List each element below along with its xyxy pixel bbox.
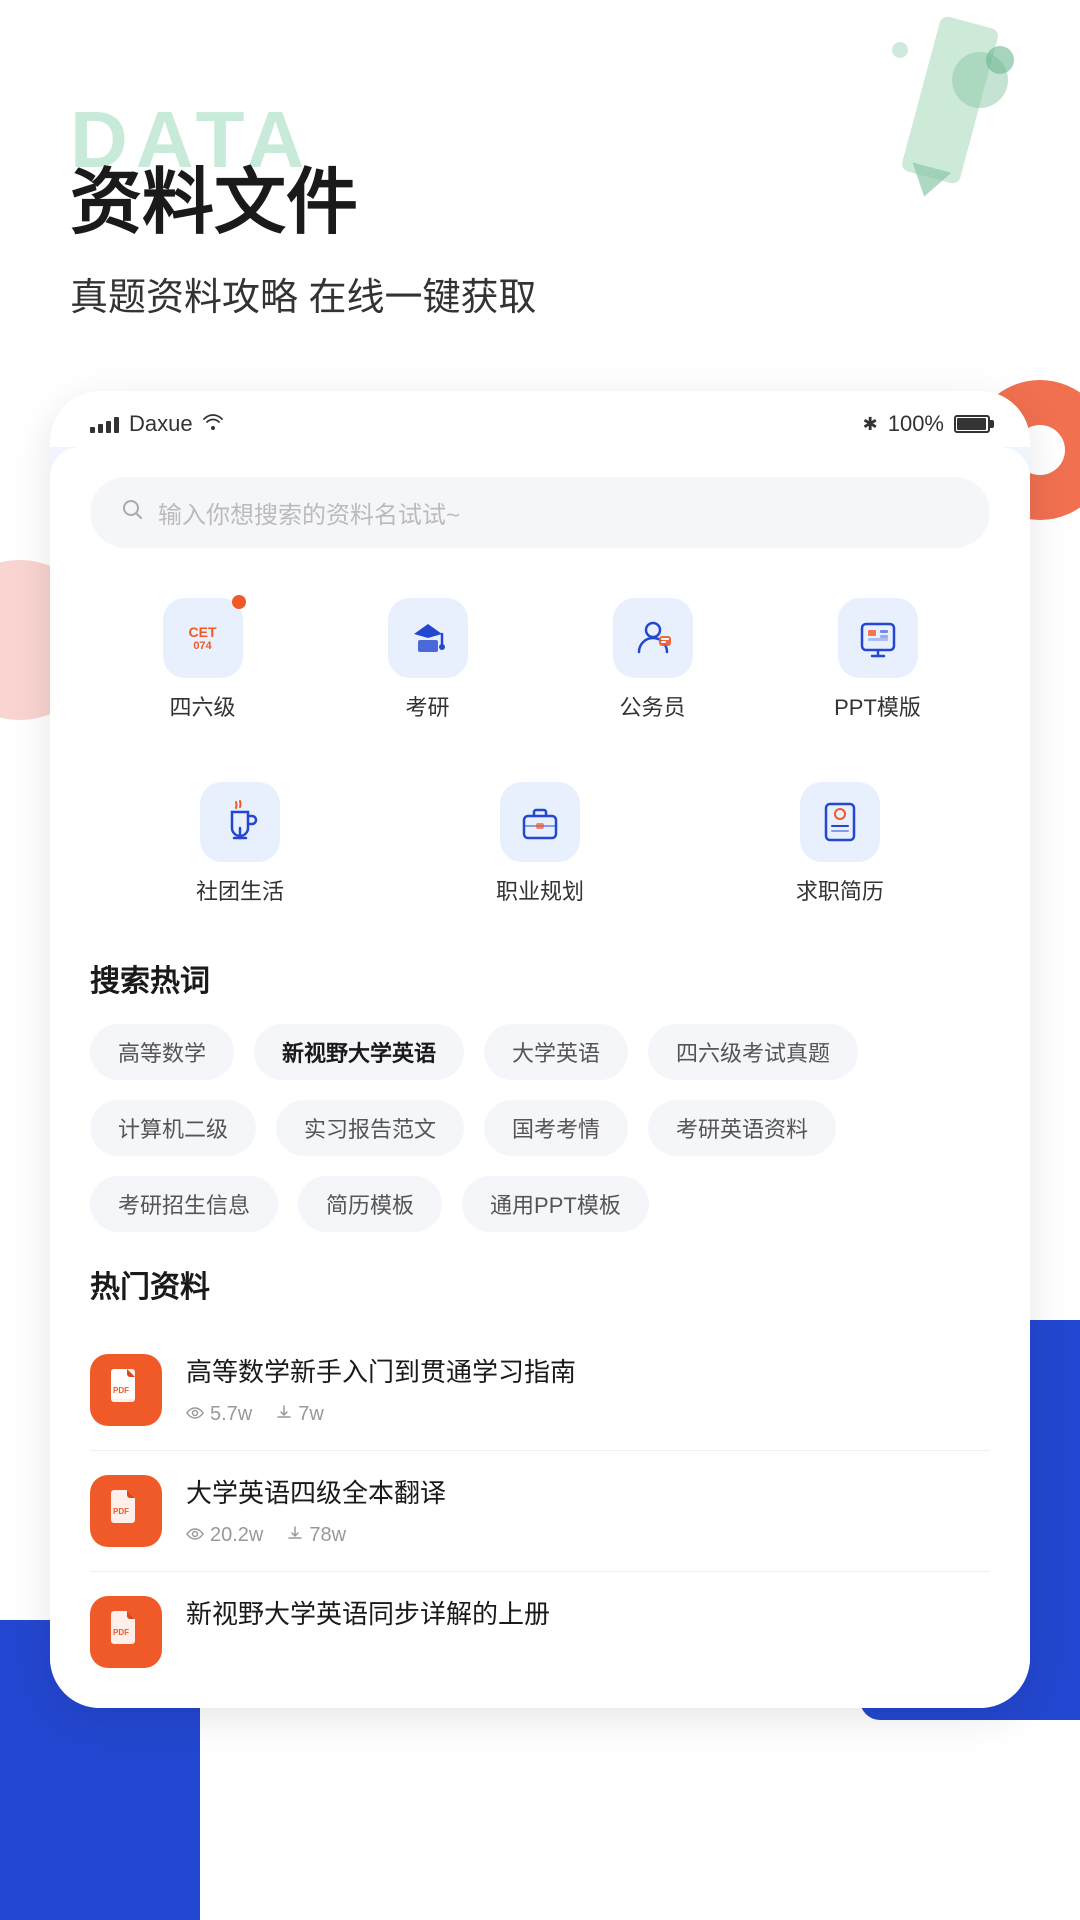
cat-label-kaoyan: 考研 — [405, 690, 449, 722]
search-bar[interactable]: 输入你想搜索的资料名试试~ — [90, 477, 990, 548]
category-career[interactable]: 职业规划 — [390, 772, 690, 926]
material-stats-1: 20.2w 78w — [186, 1524, 990, 1547]
status-left: Daxue — [90, 411, 223, 437]
hot-tag-6[interactable]: 国考考情 — [484, 1100, 628, 1156]
material-icon-2: PDF — [90, 1596, 162, 1668]
material-icon-0: PDF — [90, 1354, 162, 1426]
hot-tag-7[interactable]: 考研英语资料 — [648, 1100, 836, 1156]
eye-icon-1 — [186, 1525, 204, 1546]
battery-percent: 100% — [888, 411, 944, 437]
category-civil[interactable]: 公务员 — [540, 588, 765, 742]
cat-label-club: 社团生活 — [196, 874, 284, 906]
stat-downloads-0: 7w — [276, 1403, 324, 1426]
cat-label-career: 职业规划 — [496, 874, 584, 906]
material-item-1[interactable]: PDF 大学英语四级全本翻译 — [90, 1451, 990, 1572]
material-stats-0: 5.7w 7w — [186, 1403, 990, 1426]
hot-search-title: 搜索热词 — [90, 956, 990, 1000]
category-resume[interactable]: 求职简历 — [690, 772, 990, 926]
hot-search-grid: 高等数学 新视野大学英语 大学英语 四六级考试真题 计算机二级 实习报告范文 国… — [90, 1024, 990, 1232]
person-icon — [631, 616, 675, 660]
hot-tag-2[interactable]: 大学英语 — [484, 1024, 628, 1080]
cat-label-resume: 求职简历 — [796, 874, 884, 906]
svg-text:PDF: PDF — [113, 1628, 129, 1637]
hot-tag-9[interactable]: 简历模板 — [298, 1176, 442, 1232]
signal-bar-1 — [90, 427, 95, 433]
download-icon-0 — [276, 1404, 292, 1425]
material-title-2: 新视野大学英语同步详解的上册 — [186, 1596, 990, 1632]
category-club[interactable]: 社团生活 — [90, 772, 390, 926]
hot-tag-1[interactable]: 新视野大学英语 — [254, 1024, 464, 1080]
stat-views-0: 5.7w — [186, 1403, 252, 1426]
signal-bar-2 — [98, 424, 103, 433]
eye-icon-0 — [186, 1404, 204, 1425]
hot-tag-3[interactable]: 四六级考试真题 — [648, 1024, 858, 1080]
search-icon — [120, 497, 144, 528]
category-cet[interactable]: CET 074 四六级 — [90, 588, 315, 742]
material-icon-1: PDF — [90, 1475, 162, 1547]
stat-views-1: 20.2w — [186, 1524, 263, 1547]
phone-mockup: Daxue ✱ 100% — [50, 391, 1030, 1708]
svg-text:PDF: PDF — [113, 1386, 129, 1395]
svg-text:PDF: PDF — [113, 1507, 129, 1516]
wifi-icon — [203, 414, 223, 435]
category-row-2: 社团生活 职业规划 — [90, 772, 990, 926]
status-right: ✱ 100% — [863, 411, 990, 437]
hot-materials-section: 热门资料 PDF 高等数学新手入门到贯通学习指南 — [90, 1262, 990, 1678]
material-info-1: 大学英语四级全本翻译 20.2w — [186, 1475, 990, 1546]
battery-icon — [954, 415, 990, 433]
hot-search-section: 搜索热词 高等数学 新视野大学英语 大学英语 四六级考试真题 计算机二级 实习报… — [90, 956, 990, 1232]
signal-bar-3 — [106, 421, 111, 433]
material-title-0: 高等数学新手入门到贯通学习指南 — [186, 1354, 990, 1390]
material-item-2[interactable]: PDF 新视野大学英语同步详解的上册 — [90, 1572, 990, 1678]
cat-label-cet: 四六级 — [169, 690, 235, 722]
search-placeholder: 输入你想搜索的资料名试试~ — [158, 495, 460, 530]
download-icon-1 — [287, 1525, 303, 1546]
hot-tag-4[interactable]: 计算机二级 — [90, 1100, 256, 1156]
header-section: DATA 资料文件 真题资料攻略 在线一键获取 — [0, 0, 1080, 361]
briefcase-icon — [518, 800, 562, 844]
hot-tag-0[interactable]: 高等数学 — [90, 1024, 234, 1080]
ppt-icon — [856, 616, 900, 660]
page-title: 资料文件 — [70, 160, 1010, 246]
status-bar: Daxue ✱ 100% — [50, 391, 1030, 447]
page-subtitle: 真题资料攻略 在线一键获取 — [70, 266, 1010, 321]
hot-tag-5[interactable]: 实习报告范文 — [276, 1100, 464, 1156]
material-info-2: 新视野大学英语同步详解的上册 — [186, 1596, 990, 1644]
category-row-1: CET 074 四六级 考研 — [90, 588, 990, 742]
stat-downloads-1: 78w — [287, 1524, 346, 1547]
carrier-name: Daxue — [129, 411, 193, 437]
material-info-0: 高等数学新手入门到贯通学习指南 5.7w — [186, 1354, 990, 1425]
category-kaoyan[interactable]: 考研 — [315, 588, 540, 742]
cup-icon — [218, 800, 262, 844]
hot-materials-title: 热门资料 — [90, 1262, 990, 1306]
resume-icon — [818, 800, 862, 844]
cat-label-ppt: PPT模版 — [834, 690, 921, 722]
category-ppt[interactable]: PPT模版 — [765, 588, 990, 742]
bluetooth-icon: ✱ — [863, 414, 878, 435]
cat-label-civil: 公务员 — [619, 690, 685, 722]
app-content: 输入你想搜索的资料名试试~ CET 074 四六级 — [50, 447, 1030, 1708]
signal-bars — [90, 415, 119, 433]
material-item-0[interactable]: PDF 高等数学新手入门到贯通学习指南 — [90, 1330, 990, 1451]
hot-tag-10[interactable]: 通用PPT模板 — [462, 1176, 649, 1232]
hot-tag-8[interactable]: 考研招生信息 — [90, 1176, 278, 1232]
material-title-1: 大学英语四级全本翻译 — [186, 1475, 990, 1511]
grad-cap-icon — [406, 616, 450, 660]
signal-bar-4 — [114, 417, 119, 433]
